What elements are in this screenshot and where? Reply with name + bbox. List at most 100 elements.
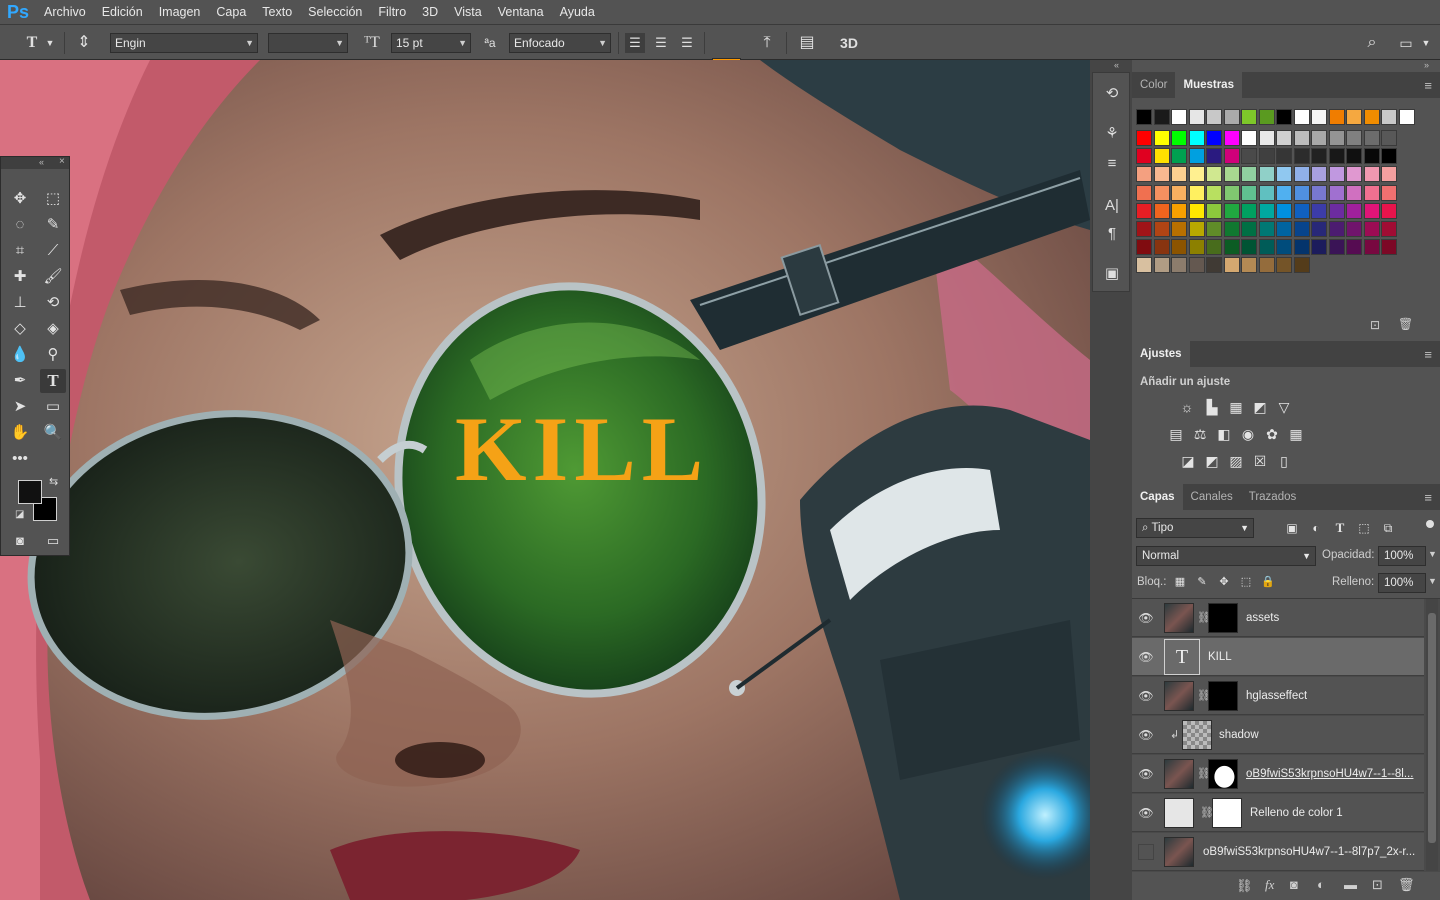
color-swatch[interactable]	[1363, 202, 1380, 219]
color-swatch[interactable]	[1136, 148, 1152, 165]
color-swatch[interactable]	[1346, 130, 1362, 146]
color-swatch[interactable]	[1381, 221, 1397, 237]
add-mask-icon[interactable]: ◙	[1290, 877, 1298, 892]
layer-row-shadow[interactable]: 👁 ↲ shadow	[1132, 716, 1424, 754]
color-swatch[interactable]	[1206, 109, 1222, 125]
layer-row-image-masked[interactable]: 👁 ⛓ oB9fwiS53krpnsoHU4w7--1--8l...	[1132, 755, 1424, 793]
warp-text-icon[interactable]: ⤒	[757, 33, 777, 53]
color-swatch[interactable]	[1153, 166, 1170, 183]
levels-icon[interactable]: ▙	[1202, 397, 1222, 417]
color-swatch[interactable]	[1206, 148, 1222, 165]
layer-mask-thumbnail[interactable]	[1212, 798, 1242, 828]
color-swatch[interactable]	[1153, 130, 1170, 146]
workspace-icon[interactable]: ▭	[1396, 33, 1416, 53]
chevron-down-icon[interactable]: ▼	[1420, 33, 1432, 53]
layer-mask-thumbnail[interactable]	[1208, 759, 1238, 789]
color-swatch[interactable]	[1276, 166, 1292, 183]
color-swatch[interactable]	[1381, 184, 1397, 201]
eyedropper-tool-icon[interactable]: ⟋	[40, 239, 66, 263]
color-swatch[interactable]	[1223, 221, 1240, 237]
collapse-icon[interactable]: «	[39, 157, 44, 167]
color-swatch[interactable]	[1311, 130, 1327, 146]
dodge-tool-icon[interactable]: ⚲	[40, 343, 66, 367]
color-swatch[interactable]	[1188, 109, 1205, 125]
text-orientation-icon[interactable]: ⇕	[74, 33, 94, 53]
menu-ayuda[interactable]: Ayuda	[552, 0, 603, 25]
color-swatch[interactable]	[1136, 184, 1152, 201]
color-swatch[interactable]	[1241, 239, 1257, 256]
color-swatch[interactable]	[1188, 166, 1205, 183]
type-tool-icon[interactable]: T	[40, 369, 66, 393]
color-swatch[interactable]	[1328, 109, 1345, 125]
color-swatch[interactable]	[1363, 221, 1380, 237]
color-swatch[interactable]	[1328, 184, 1345, 201]
color-swatch[interactable]	[1153, 148, 1170, 165]
color-swatch[interactable]	[1206, 202, 1222, 219]
color-swatch[interactable]	[1328, 239, 1345, 256]
color-swatch[interactable]	[1293, 166, 1310, 183]
color-swatch[interactable]	[1276, 239, 1292, 256]
font-family-select[interactable]: Engin ▼	[110, 33, 258, 53]
color-swatch[interactable]	[1171, 221, 1187, 237]
color-swatch[interactable]	[1363, 109, 1380, 125]
color-swatch[interactable]	[1258, 148, 1275, 165]
color-swatch[interactable]	[1293, 239, 1310, 256]
brightness-contrast-icon[interactable]: ☼	[1177, 397, 1197, 417]
kill-text-layer[interactable]: KILL	[455, 398, 709, 500]
color-swatch[interactable]	[1363, 130, 1380, 146]
color-swatch[interactable]	[1223, 202, 1240, 219]
color-swatch[interactable]	[1171, 202, 1187, 219]
color-swatch[interactable]	[1171, 166, 1187, 183]
color-swatch[interactable]	[1223, 109, 1240, 125]
color-swatch[interactable]	[1276, 130, 1292, 146]
gradient-map-icon[interactable]: ▯	[1274, 451, 1294, 471]
menu-imagen[interactable]: Imagen	[151, 0, 209, 25]
visibility-toggle[interactable]	[1138, 844, 1154, 860]
color-swatch[interactable]	[1381, 148, 1397, 165]
lock-pixels-icon[interactable]: ✎	[1192, 572, 1212, 592]
color-swatch[interactable]	[1223, 239, 1240, 256]
color-swatch[interactable]	[1346, 202, 1362, 219]
screen-mode-icon[interactable]: ▭	[40, 529, 66, 553]
color-swatch[interactable]	[1258, 257, 1275, 274]
color-swatch[interactable]	[1293, 202, 1310, 219]
layer-row-hglasseffect[interactable]: 👁 ⛓ hglasseffect	[1132, 677, 1424, 715]
new-adjustment-icon[interactable]: ◐	[1317, 877, 1325, 892]
filter-adjustment-icon[interactable]: ◐	[1306, 518, 1326, 538]
color-swatch[interactable]	[1136, 202, 1152, 219]
close-icon[interactable]: ×	[59, 156, 65, 167]
font-size-select[interactable]: 15 pt ▼	[391, 33, 471, 53]
eye-icon[interactable]: 👁	[1138, 610, 1154, 626]
color-swatch[interactable]	[1311, 148, 1327, 165]
color-swatch[interactable]	[1206, 257, 1222, 274]
color-swatch[interactable]	[1136, 257, 1152, 274]
color-swatch[interactable]	[1293, 148, 1310, 165]
lock-position-icon[interactable]: ✥	[1214, 572, 1234, 592]
color-swatch[interactable]	[1241, 166, 1257, 183]
color-swatch[interactable]	[1258, 202, 1275, 219]
swap-colors-icon[interactable]: ⇆	[49, 475, 58, 488]
color-swatch[interactable]	[1223, 148, 1240, 165]
tab-trazados[interactable]: Trazados	[1241, 484, 1305, 510]
align-right-icon[interactable]: ☰	[677, 33, 697, 53]
brush-tool-icon[interactable]: 🖌	[40, 265, 66, 289]
color-swatch[interactable]	[1153, 184, 1170, 201]
color-swatch[interactable]	[1311, 239, 1327, 256]
menu-edicion[interactable]: Edición	[94, 0, 151, 25]
eye-icon[interactable]: 👁	[1138, 766, 1154, 782]
properties-panel-icon[interactable]: ≡	[1101, 153, 1123, 175]
chevron-down-icon[interactable]: ▼	[1428, 549, 1437, 559]
color-swatch[interactable]	[1206, 239, 1222, 256]
color-swatch[interactable]	[1311, 202, 1327, 219]
antialias-select[interactable]: Enfocado ▼	[509, 33, 611, 53]
align-center-icon[interactable]: ☰	[651, 33, 671, 53]
color-swatch[interactable]	[1153, 109, 1170, 125]
layer-row-base-image[interactable]: oB9fwiS53krpnsoHU4w7--1--8l7p7_2x-r...	[1132, 833, 1424, 871]
color-swatch[interactable]	[1171, 239, 1187, 256]
blend-mode-select[interactable]: Normal ▼	[1136, 546, 1316, 566]
vibrance-icon[interactable]: ▽	[1274, 397, 1294, 417]
color-swatch[interactable]	[1328, 202, 1345, 219]
color-swatch[interactable]	[1311, 184, 1327, 201]
color-swatch[interactable]	[1311, 221, 1327, 237]
tab-muestras[interactable]: Muestras	[1175, 72, 1242, 98]
